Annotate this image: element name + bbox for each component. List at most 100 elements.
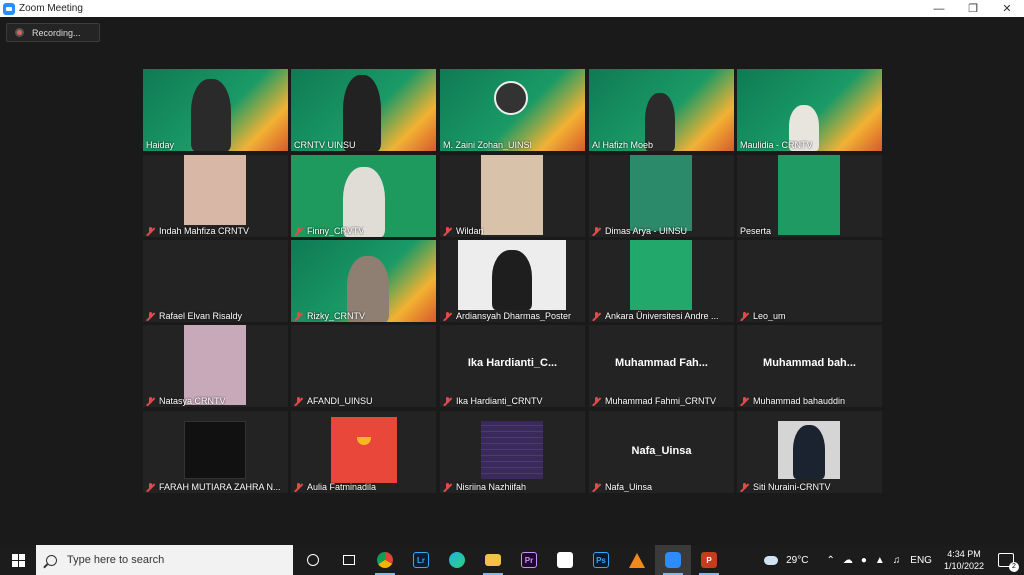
participant-name: Peserta [740, 226, 772, 236]
task-view-icon [343, 555, 355, 565]
participant-tile[interactable]: FARAH MUTIARA ZAHRA N... [143, 411, 288, 493]
search-icon [46, 554, 57, 566]
restore-icon[interactable]: ❐ [956, 0, 990, 17]
video-feed [630, 240, 692, 310]
participant-display-name: Ika Hardianti_C... [467, 357, 558, 369]
video-feed [630, 155, 692, 231]
participant-tile[interactable]: Indah Mahfiza CRNTV [143, 155, 288, 237]
mic-muted-icon [592, 311, 601, 321]
network-error-icon[interactable]: ☁ [843, 555, 853, 566]
lightroom-icon: Lr [413, 552, 429, 568]
weather-cloud-icon [764, 555, 779, 565]
participant-tile[interactable]: M. Zaini Zohan_UINSI [440, 69, 585, 151]
notification-center-icon[interactable]: 2 [998, 553, 1019, 572]
participant-video [492, 250, 532, 310]
system-tray: 29°C ⌃ ☁ ● ▲ ♫ ENG 4:34 PM 1/10/2022 2 [760, 545, 1024, 575]
participant-name: Nisriina Nazhiifah [443, 482, 526, 492]
participant-name: Nafa_Uinsa [592, 482, 652, 492]
taskbar-app-lightroom[interactable]: Lr [403, 545, 439, 575]
participant-video [793, 425, 825, 479]
taskbar-app-vlc[interactable] [619, 545, 655, 575]
participant-name: M. Zaini Zohan_UINSI [443, 140, 533, 150]
mic-muted-icon [294, 226, 303, 236]
language-indicator[interactable]: ENG [910, 555, 932, 566]
participant-tile[interactable]: Leo_um [737, 240, 882, 322]
weather-temperature[interactable]: 29°C [786, 555, 808, 566]
participant-name: Leo_um [740, 311, 786, 321]
participant-name: Siti Nuraini-CRNTV [740, 482, 831, 492]
participant-tile[interactable]: Siti Nuraini-CRNTV [737, 411, 882, 493]
participant-tile[interactable]: Nisriina Nazhiifah [440, 411, 585, 493]
participant-name: Natasya CRNTV [146, 396, 226, 406]
minimize-icon[interactable]: — [922, 0, 956, 17]
participant-tile[interactable]: Rafael Elvan Risaldy [143, 240, 288, 322]
participant-name: Finny_CRVTV [294, 226, 364, 236]
video-feed [184, 155, 246, 225]
recording-indicator[interactable]: Recording... [6, 23, 100, 42]
microphone-icon[interactable]: ● [861, 555, 867, 566]
mic-muted-icon [294, 396, 303, 406]
participant-tile[interactable]: Al Hafizh Moeb [589, 69, 734, 151]
participant-tile[interactable]: Ankara Üniversitesi Andre ... [589, 240, 734, 322]
taskbar-app-file-explorer[interactable] [475, 545, 511, 575]
edge-icon [449, 552, 465, 568]
participant-name: Muhammad bahauddin [740, 396, 845, 406]
participant-name: Al Hafizh Moeb [592, 140, 654, 150]
video-feed [184, 421, 246, 479]
participant-tile[interactable]: AFANDI_UINSU [291, 325, 436, 407]
meeting-stage: Recording... Haiday CRNTV UINSU M. Zaini… [0, 17, 1024, 545]
participant-name: Ankara Üniversitesi Andre ... [592, 311, 719, 321]
task-view-button[interactable] [331, 545, 367, 575]
participant-tile[interactable]: Maulidia - CRNTV [737, 69, 882, 151]
wifi-icon[interactable]: ▲ [875, 555, 885, 566]
profile-picture [331, 417, 397, 483]
participant-tile[interactable]: Muhammad bah... Muhammad bahauddin [737, 325, 882, 407]
taskbar-app-chrome[interactable] [367, 545, 403, 575]
participant-name: Rafael Elvan Risaldy [146, 311, 242, 321]
taskbar-search-box[interactable]: Type here to search [36, 545, 293, 575]
clock-date: 1/10/2022 [943, 561, 984, 571]
participant-tile[interactable]: Aulia Fatminadila [291, 411, 436, 493]
chevron-up-icon[interactable]: ⌃ [826, 555, 834, 566]
mic-muted-icon [592, 396, 601, 406]
participant-tile[interactable]: Ika Hardianti_C... Ika Hardianti_CRNTV [440, 325, 585, 407]
participant-tile[interactable]: Natasya CRNTV [143, 325, 288, 407]
taskbar-app-powerpoint[interactable]: P [691, 545, 727, 575]
cortana-button[interactable] [295, 545, 331, 575]
participant-tile[interactable]: Rizky_CRNTV [291, 240, 436, 322]
participant-name: Rizky_CRNTV [294, 311, 365, 321]
mic-muted-icon [146, 226, 155, 236]
start-button[interactable] [0, 545, 36, 575]
participant-tile[interactable]: Wildan [440, 155, 585, 237]
taskbar-app-photoshop[interactable]: Ps [583, 545, 619, 575]
taskbar-app-store[interactable] [547, 545, 583, 575]
volume-icon[interactable]: ♫ [893, 555, 901, 566]
participant-tile[interactable]: Muhammad Fah... Muhammad Fahmi_CRNTV [589, 325, 734, 407]
taskbar-app-premiere[interactable]: Pr [511, 545, 547, 575]
taskbar-app-zoom[interactable] [655, 545, 691, 575]
store-icon [557, 552, 573, 568]
participant-name: Ika Hardianti_CRNTV [443, 396, 543, 406]
video-feed [481, 155, 543, 235]
close-icon[interactable]: ✕ [990, 0, 1024, 17]
folder-icon [485, 554, 501, 566]
participant-tile-active-speaker[interactable]: CRNTV UINSU [291, 69, 436, 151]
participant-tile[interactable]: Haiday [143, 69, 288, 151]
mic-muted-icon [740, 396, 749, 406]
participant-tile[interactable]: Dimas Arya - UINSU [589, 155, 734, 237]
participant-tile[interactable]: Peserta [737, 155, 882, 237]
mic-muted-icon [294, 311, 303, 321]
participant-tile[interactable]: Ardiansyah Dharmas_Poster [440, 240, 585, 322]
mic-muted-icon [146, 482, 155, 492]
taskbar-app-edge[interactable] [439, 545, 475, 575]
zoom-icon [665, 552, 681, 568]
participant-tile[interactable]: Finny_CRVTV [291, 155, 436, 237]
participant-tile[interactable]: Nafa_Uinsa Nafa_Uinsa [589, 411, 734, 493]
powerpoint-icon: P [701, 552, 717, 568]
premiere-icon: Pr [521, 552, 537, 568]
participant-name: Aulia Fatminadila [294, 482, 376, 492]
participant-display-name: Nafa_Uinsa [631, 445, 692, 457]
taskbar-clock[interactable]: 4:34 PM 1/10/2022 [944, 548, 984, 572]
participant-name: Wildan [443, 226, 484, 236]
title-bar: Zoom Meeting — ❐ ✕ [0, 0, 1024, 17]
